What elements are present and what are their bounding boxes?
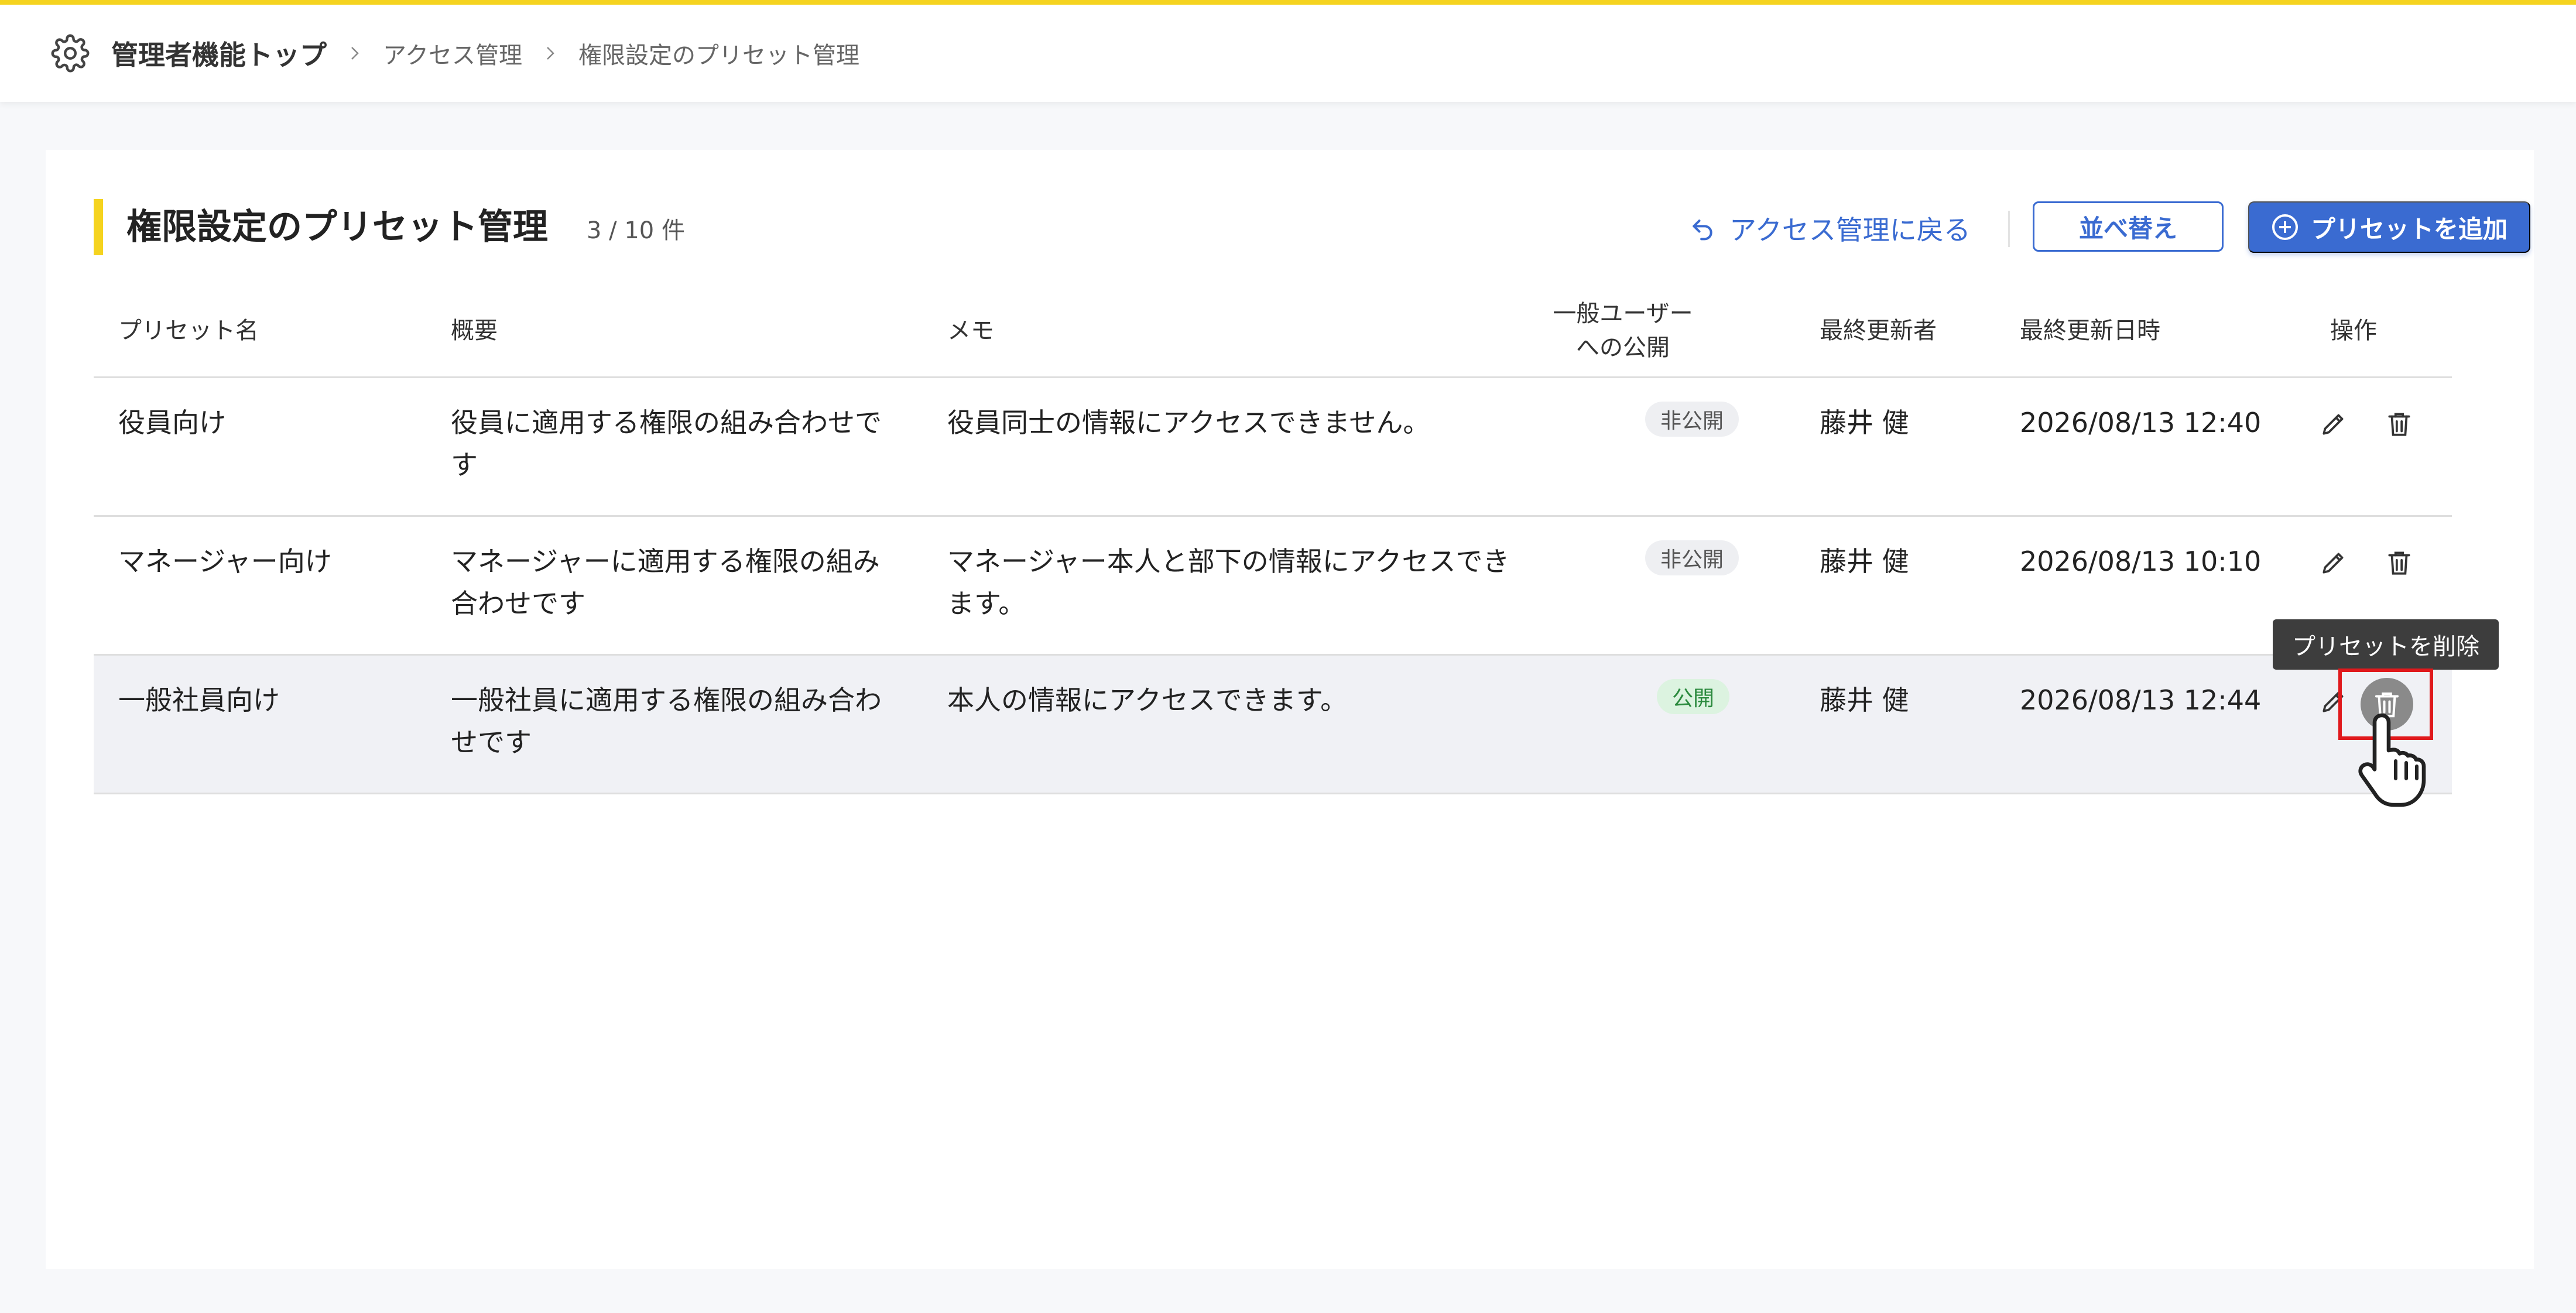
main-panel: 権限設定のプリセット管理 3 / 10 件 アクセス管理に戻る 並べ替え プリセ… — [46, 150, 2534, 1269]
add-preset-button[interactable]: プリセットを追加 — [2248, 201, 2530, 253]
cell-name: マネージャー向け — [118, 546, 332, 577]
header-name: プリセット名 — [118, 317, 259, 344]
cell-updated-by: 藤井 健 — [1820, 546, 1909, 577]
cell-updated-at: 2026/08/13 12:44 — [2020, 684, 2262, 716]
plus-circle-icon — [2271, 212, 2301, 242]
back-to-access-link[interactable]: アクセス管理に戻る — [1690, 204, 1971, 253]
header-updated-by: 最終更新者 — [1820, 317, 1937, 344]
page-title: 権限設定のプリセット管理 — [126, 207, 548, 248]
delete-button[interactable] — [2380, 405, 2418, 443]
gear-icon[interactable] — [49, 32, 91, 74]
cell-updated-at: 2026/08/13 12:40 — [2020, 407, 2262, 438]
undo-arrow-icon — [1690, 212, 1721, 244]
chevron-right-icon — [537, 40, 563, 66]
pencil-icon — [2322, 414, 2344, 435]
header-operations: 操作 — [2330, 317, 2377, 344]
cell-memo: 役員同士の情報にアクセスできません。 — [947, 407, 1430, 438]
back-link-label: アクセス管理に戻る — [1729, 214, 1971, 246]
header-public: 一般ユーザー への公開 — [1547, 283, 1699, 378]
cell-summary: 一般社員に適用する権限の組み合わせです — [451, 684, 882, 758]
trash-icon — [2388, 551, 2410, 575]
table-row: 役員向け 役員に適用する権限の組み合わせです 役員同士の情報にアクセスできません… — [94, 378, 2452, 517]
preset-count: 3 / 10 件 — [587, 217, 685, 244]
cell-summary: マネージャーに適用する権限の組み合わせです — [451, 546, 880, 619]
cell-memo: マネージャー本人と部下の情報にアクセスできます。 — [947, 546, 1510, 619]
header-summary: 概要 — [451, 317, 498, 344]
add-preset-label: プリセットを追加 — [2310, 215, 2508, 243]
delete-tooltip: プリセットを削除 — [2273, 619, 2499, 670]
cell-name: 役員向け — [118, 407, 226, 438]
trash-icon — [2388, 413, 2410, 436]
breadcrumb-home[interactable]: 管理者機能トップ — [111, 34, 327, 73]
cell-memo: 本人の情報にアクセスできます。 — [947, 684, 1348, 716]
delete-button[interactable] — [2380, 544, 2418, 581]
status-badge: 非公開 — [1645, 540, 1739, 575]
status-badge: 非公開 — [1645, 402, 1739, 437]
cell-name: 一般社員向け — [118, 684, 280, 716]
cell-summary: 役員に適用する権限の組み合わせです — [451, 407, 882, 481]
sort-button[interactable]: 並べ替え — [2033, 201, 2224, 252]
chevron-right-icon — [342, 40, 368, 66]
edit-button[interactable] — [2315, 544, 2352, 581]
cell-updated-at: 2026/08/13 10:10 — [2020, 546, 2262, 577]
hand-pointer-icon — [2358, 713, 2426, 807]
table-row: マネージャー向け マネージャーに適用する権限の組み合わせです マネージャー本人と… — [94, 517, 2452, 656]
pencil-icon — [2322, 553, 2344, 574]
header-memo: メモ — [947, 317, 994, 344]
preset-table: プリセット名 概要 メモ 一般ユーザー への公開 最終更新者 最終更新日時 操作… — [94, 283, 2452, 794]
title-accent-bar — [94, 199, 103, 255]
top-header: 管理者機能トップ アクセス管理 権限設定のプリセット管理 — [0, 0, 2576, 102]
header-updated-at: 最終更新日時 — [2020, 317, 2160, 344]
table-header: プリセット名 概要 メモ 一般ユーザー への公開 最終更新者 最終更新日時 操作 — [94, 283, 2452, 378]
header-public-line1: 一般ユーザー — [1553, 300, 1693, 327]
status-badge: 公開 — [1657, 679, 1730, 714]
breadcrumb-access-management[interactable]: アクセス管理 — [383, 36, 522, 70]
cell-updated-by: 藤井 健 — [1820, 684, 1909, 716]
header-public-line2: への公開 — [1575, 334, 1670, 361]
toolbar-divider — [2008, 211, 2010, 247]
cell-updated-by: 藤井 健 — [1820, 407, 1909, 438]
edit-button[interactable] — [2315, 405, 2352, 443]
breadcrumb-current: 権限設定のプリセット管理 — [578, 42, 859, 69]
table-row: 一般社員向け 一般社員に適用する権限の組み合わせです 本人の情報にアクセスできま… — [94, 656, 2452, 794]
